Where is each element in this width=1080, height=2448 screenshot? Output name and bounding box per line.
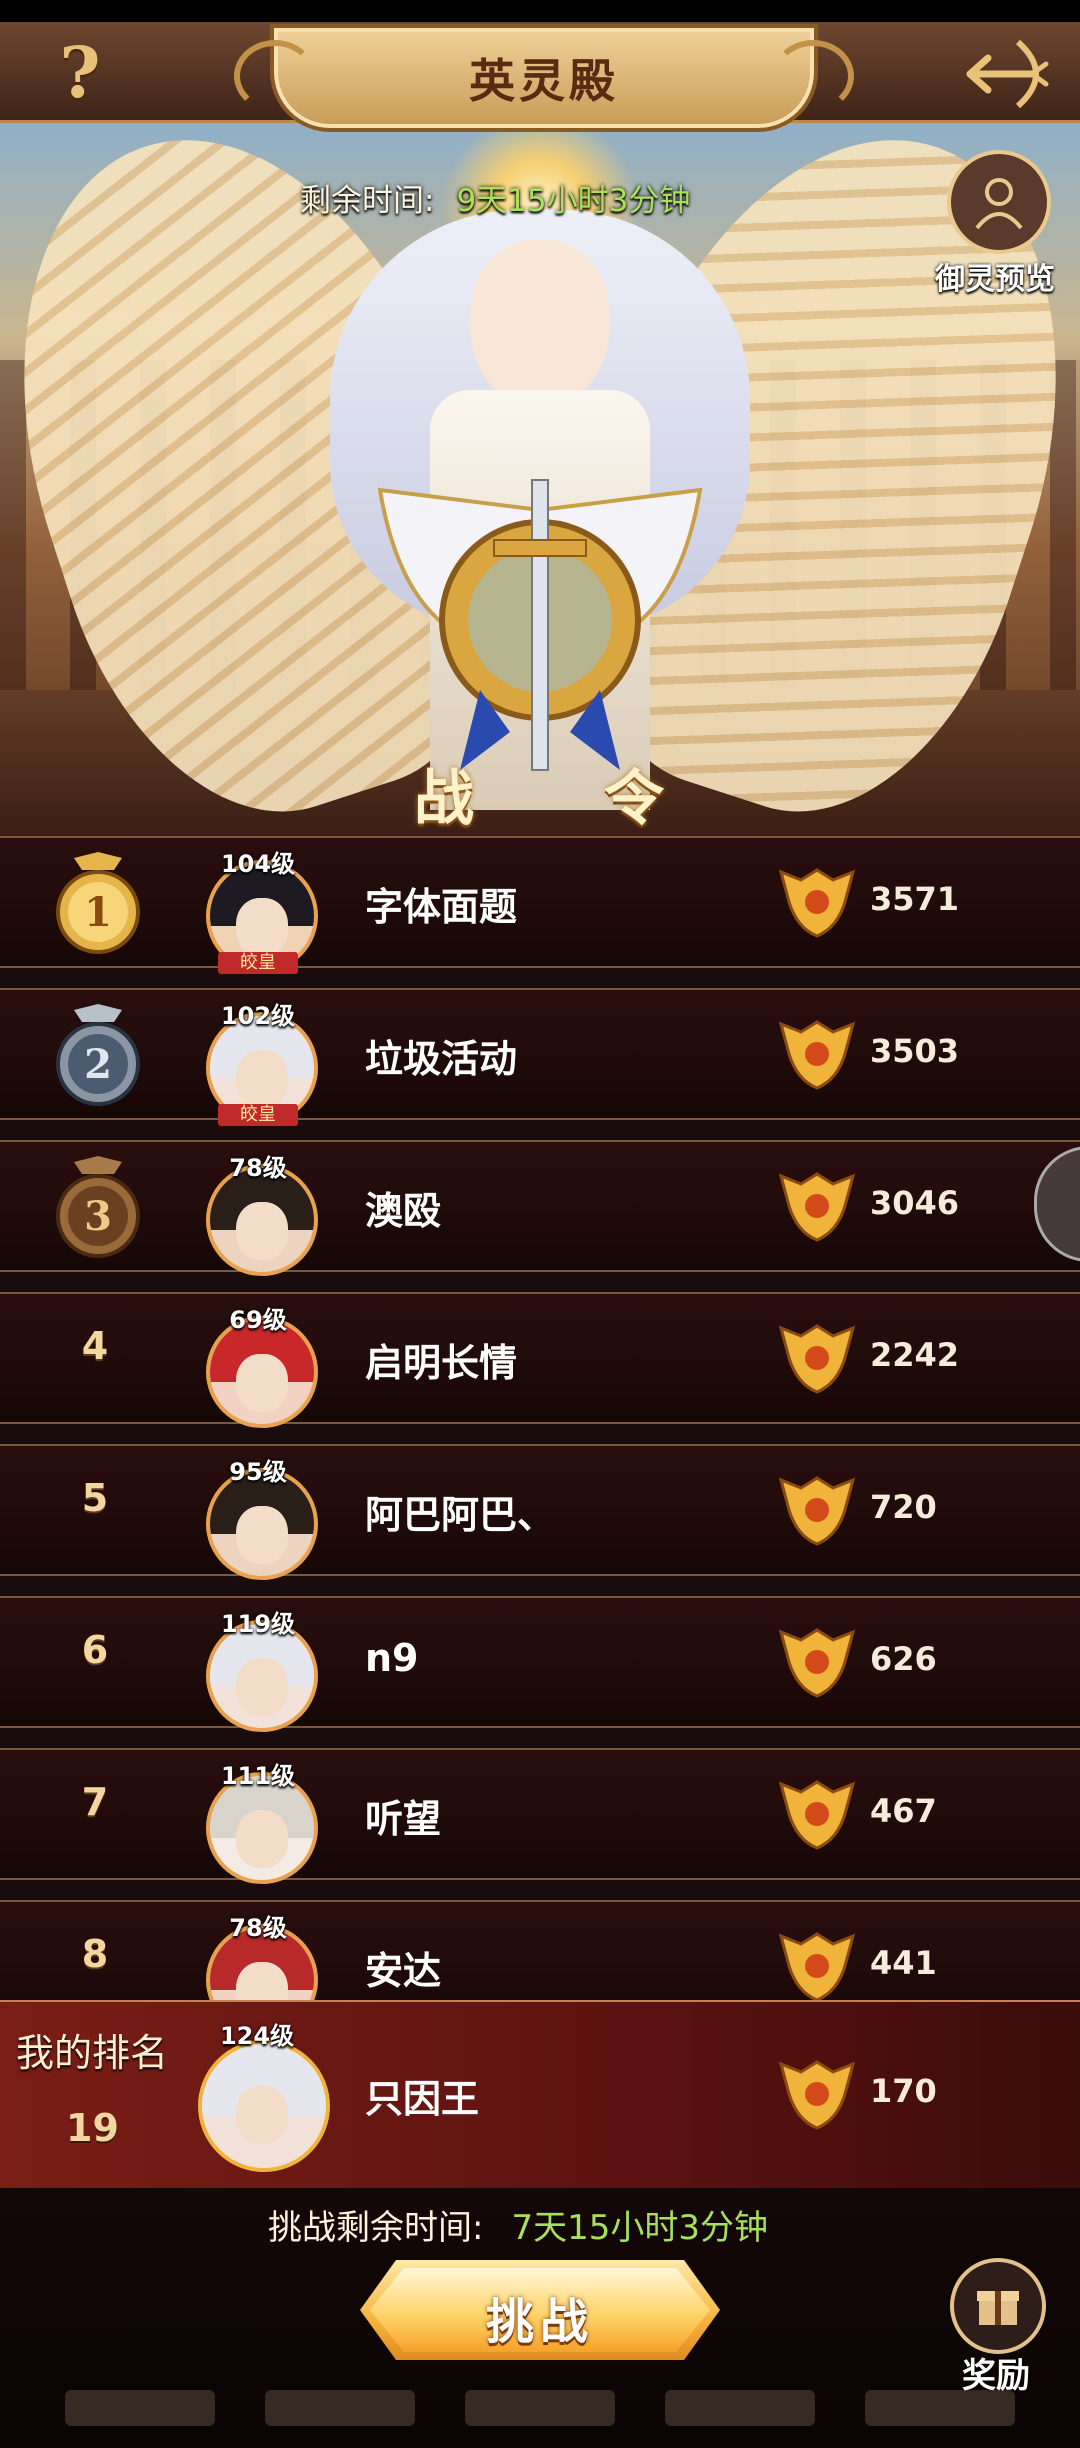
- trophy-icon: [778, 868, 856, 938]
- svg-text:3: 3: [84, 1193, 112, 1240]
- player-level: 124级: [219, 2022, 295, 2050]
- svg-text:1: 1: [84, 889, 112, 936]
- avatar: 124级: [172, 2016, 342, 2186]
- trophy-icon: [778, 2060, 856, 2130]
- title-plate: 英灵殿: [234, 24, 854, 132]
- emblem-word-right: 令: [604, 764, 664, 834]
- player-score: 626: [870, 1640, 937, 1678]
- bottom-panel: 挑战剩余时间: 7天15小时3分钟 挑战 奖励: [0, 2188, 1080, 2448]
- person-icon: [947, 150, 1051, 254]
- player-level: 95级: [229, 1458, 287, 1486]
- player-level: 78级: [229, 1914, 287, 1942]
- hero-banner: 剩余时间: 9天15小时3分钟 御灵预览 战 令: [0, 120, 1080, 836]
- ranking-row-3[interactable]: 3 78级 澳殴 3046: [0, 1140, 1080, 1276]
- ranking-row-4[interactable]: 4 69级 启明长情 2242: [0, 1292, 1080, 1428]
- rank-number: 4: [81, 1324, 109, 1368]
- header-bar: ? 英灵殿: [0, 22, 1080, 132]
- remaining-time: 剩余时间: 9天15小时3分钟: [300, 172, 690, 222]
- avatar: 78级: [188, 1148, 328, 1278]
- trophy-icon: [778, 1324, 856, 1394]
- preview-button[interactable]: 御灵预览: [925, 150, 1065, 310]
- page-title: 英灵殿: [469, 54, 619, 108]
- vip-ribbon: 皎皇: [218, 1104, 298, 1126]
- player-name: 阿巴阿巴、: [365, 1493, 556, 1537]
- bronze-medal-icon: 3: [56, 1156, 140, 1258]
- challenge-time: 挑战剩余时间: 7天15小时3分钟: [268, 2200, 768, 2249]
- player-name: 澳殴: [365, 1189, 442, 1233]
- remaining-time-label: 剩余时间:: [300, 182, 435, 219]
- player-level: 119级: [220, 1610, 296, 1638]
- bow-arrow-icon: [966, 39, 1049, 109]
- challenge-button[interactable]: 挑战: [360, 2260, 720, 2360]
- preview-label: 御灵预览: [935, 262, 1055, 297]
- emblem-word-left: 战: [414, 764, 474, 834]
- trophy-icon: [778, 1932, 856, 2002]
- my-rank-row[interactable]: 我的排名 19 124级 只因王 170: [0, 2000, 1080, 2192]
- player-score: 3503: [870, 1032, 960, 1070]
- player-level: 102级: [220, 1002, 296, 1030]
- remaining-time-value: 9天15小时3分钟: [456, 182, 691, 219]
- avatar: 102级 皎皇: [188, 996, 328, 1126]
- my-rank-label: 我的排名: [16, 2031, 169, 2075]
- player-level: 111级: [220, 1762, 296, 1790]
- avatar: 104级 皎皇: [188, 844, 328, 974]
- rank-number: 7: [81, 1780, 109, 1824]
- gold-medal-icon: 1: [56, 852, 140, 954]
- player-score: 467: [870, 1792, 937, 1830]
- challenge-time-value: 7天15小时3分钟: [511, 2208, 768, 2248]
- player-level: 104级: [220, 850, 296, 878]
- rank-number: 6: [81, 1628, 109, 1672]
- player-level: 78级: [229, 1154, 287, 1182]
- question-mark-icon: ?: [59, 30, 101, 114]
- vip-ribbon: 皎皇: [218, 952, 298, 974]
- angel-face: [470, 240, 610, 410]
- ranking-row-2[interactable]: 2 102级 皎皇 垃圾活动 3503: [0, 988, 1080, 1126]
- rank-number: 8: [81, 1932, 109, 1976]
- ranking-row-6[interactable]: 6 119级 n9 626: [0, 1596, 1080, 1732]
- help-button[interactable]: ?: [40, 30, 120, 114]
- player-level: 69级: [229, 1306, 287, 1334]
- reward-button[interactable]: 奖励: [936, 2258, 1056, 2398]
- player-name: 听望: [365, 1797, 442, 1841]
- trophy-icon: [778, 1476, 856, 1546]
- gift-box-icon: [950, 2258, 1046, 2354]
- player-name: 只因王: [365, 2077, 480, 2121]
- player-score: 3046: [870, 1184, 960, 1222]
- svg-text:2: 2: [84, 1041, 112, 1088]
- player-name: n9: [365, 1636, 419, 1680]
- trophy-icon: [778, 1172, 856, 1242]
- player-name: 垃圾活动: [365, 1037, 518, 1081]
- ranking-row-1[interactable]: 1 104级 皎皇 字体面题 3571: [0, 836, 1080, 974]
- challenge-button-label: 挑战: [485, 2294, 594, 2350]
- player-score: 720: [870, 1488, 937, 1526]
- trophy-icon: [778, 1780, 856, 1850]
- ranking-row-5[interactable]: 5 95级 阿巴阿巴、 720: [0, 1444, 1080, 1580]
- player-name: 安达: [365, 1949, 442, 1993]
- player-name: 启明长情: [365, 1341, 518, 1385]
- background-tab-bar: [40, 2390, 1040, 2436]
- silver-medal-icon: 2: [56, 1004, 140, 1106]
- rank-number: 5: [81, 1476, 109, 1520]
- player-name: 字体面题: [365, 885, 518, 929]
- my-rank-number: 19: [66, 2106, 119, 2150]
- trophy-icon: [778, 1628, 856, 1698]
- player-score: 441: [870, 1944, 937, 1982]
- status-bar: [0, 0, 1080, 22]
- trophy-icon: [778, 1020, 856, 1090]
- player-score: 2242: [870, 1336, 960, 1374]
- player-score: 3571: [870, 880, 960, 918]
- challenge-time-label: 挑战剩余时间:: [268, 2208, 484, 2248]
- back-button[interactable]: [962, 36, 1052, 112]
- app-root: ? 英灵殿 剩余时间: 9天15小时3分钟 御灵预览 战 令 1 104级 皎皇…: [0, 0, 1080, 2448]
- avatar: 111级: [188, 1756, 328, 1886]
- avatar: 95级: [188, 1452, 328, 1582]
- avatar: 69级: [188, 1300, 328, 1430]
- player-score: 170: [870, 2072, 937, 2110]
- avatar: 119级: [188, 1604, 328, 1734]
- ranking-row-7[interactable]: 7 111级 听望 467: [0, 1748, 1080, 1884]
